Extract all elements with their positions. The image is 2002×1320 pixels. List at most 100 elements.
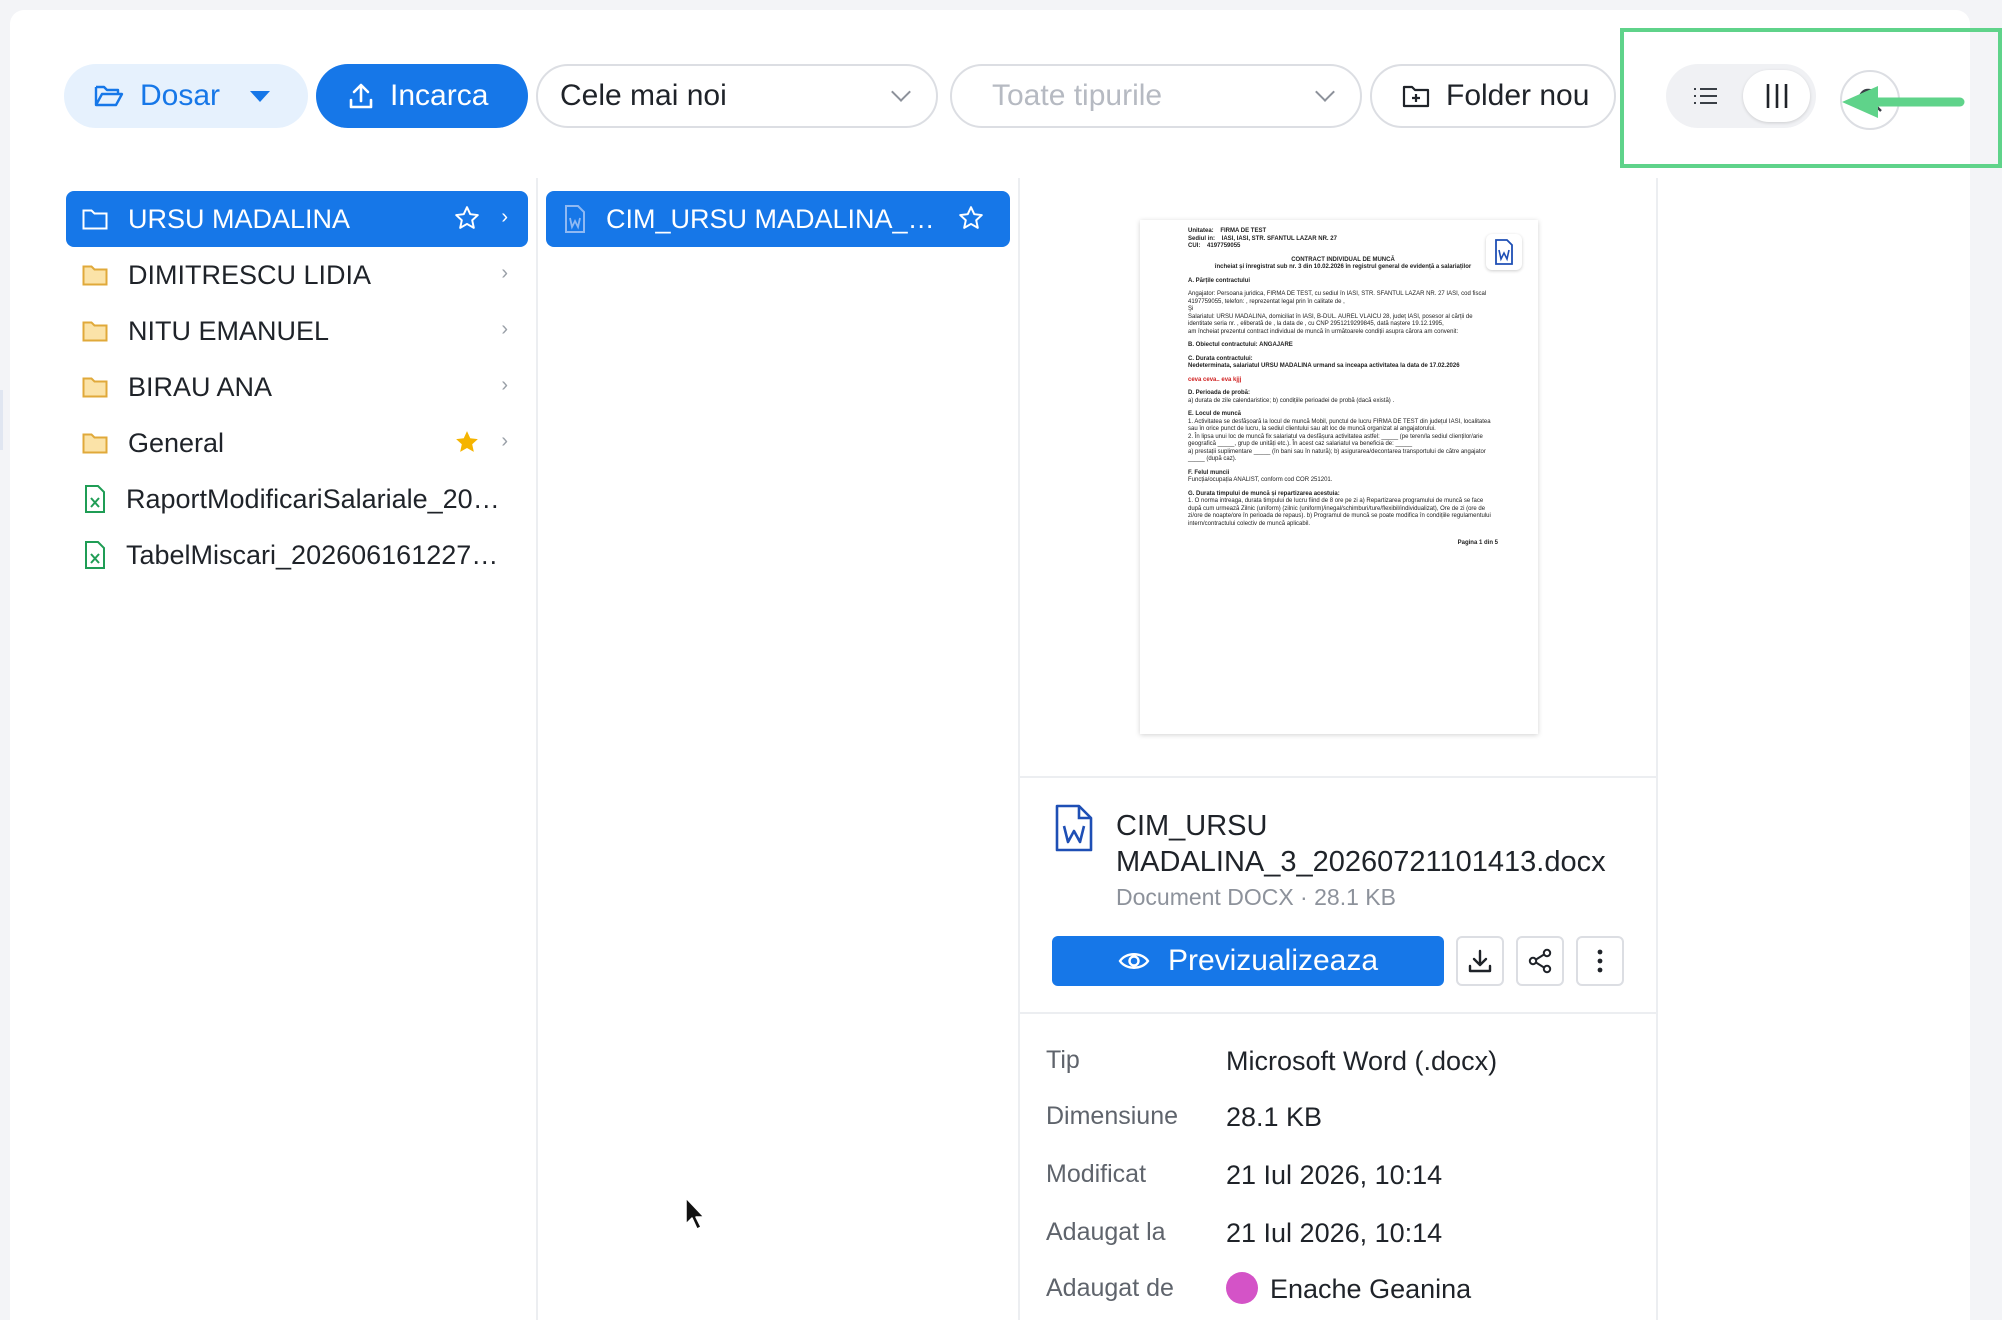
excel-file-icon: [85, 541, 105, 569]
folder-icon: [82, 377, 108, 398]
list-item[interactable]: CIM_URSU MADALINA_3_...: [546, 191, 1010, 247]
type-filter-placeholder: Toate tipurile: [992, 79, 1163, 112]
list-item[interactable]: General ›: [66, 415, 528, 471]
more-options-button[interactable]: [1576, 936, 1624, 986]
item-name: BIRAU ANA: [128, 371, 273, 402]
doc-heading: F. Felul muncii: [1188, 469, 1230, 476]
new-folder-button[interactable]: Folder nou: [1370, 64, 1616, 128]
document-thumbnail[interactable]: Unitatea: FIRMA DE TEST Sediul in: IASI,…: [1140, 220, 1538, 734]
chevron-right-icon: ›: [501, 318, 508, 340]
doc-paragraph: 1. Activitatea se desfășoară la locul de…: [1188, 418, 1491, 433]
item-name: NITU EMANUEL: [128, 315, 330, 346]
mouse-cursor-icon: [685, 1197, 705, 1230]
doc-paragraph: am încheiat prezentul contract individua…: [1188, 328, 1459, 335]
list-item[interactable]: BIRAU ANA ›: [66, 359, 528, 415]
doc-paragraph: Salariatul: URSU MADALINA, domiciliat în…: [1188, 313, 1473, 328]
doc-paragraph: Angajator: Persoana juridica, FIRMA DE T…: [1188, 291, 1487, 305]
meta-label: Adaugat de: [1046, 1274, 1174, 1302]
word-file-icon: [565, 205, 585, 233]
doc-paragraph: Nedeterminata, salariatul URSU MADALINA …: [1188, 363, 1460, 369]
doc-heading: E. Locul de muncă: [1188, 411, 1242, 417]
upload-label: Incarca: [390, 79, 489, 112]
meta-value: 21 Iul 2026, 10:14: [1226, 1218, 1443, 1248]
chevron-right-icon: ›: [501, 430, 508, 452]
caret-down-icon: [250, 90, 271, 102]
excel-file-icon: [85, 485, 105, 513]
doc-paragraph: 2. În lipsa unui loc de muncă fix salari…: [1188, 433, 1483, 448]
chevron-down-icon: [891, 82, 911, 102]
meta-value: Enache Geanina: [1270, 1274, 1472, 1304]
doc-heading: G. Durata timpului de muncă și repartiza…: [1188, 490, 1340, 497]
file-type-size: Document DOCX · 28.1 KB: [1116, 884, 1396, 910]
star-outline-icon[interactable]: [454, 205, 480, 231]
list-item[interactable]: TabelMiscari_20260616122717...: [66, 527, 528, 583]
doc-label: Sediul in:: [1188, 235, 1215, 242]
doc-heading: C. Durata contractului:: [1188, 355, 1253, 362]
type-filter-select[interactable]: Toate tipurile: [950, 64, 1362, 128]
doc-heading: D. Perioada de probă:: [1188, 390, 1251, 396]
upload-icon: [349, 83, 373, 109]
doc-red-note: ceva ceva.. eva kjjj: [1188, 376, 1242, 383]
chevron-right-icon: ›: [501, 374, 508, 396]
item-name: DIMITRESCU LIDIA: [128, 259, 372, 290]
word-file-icon: [1055, 804, 1093, 852]
doc-heading: A. Părțile contractului: [1188, 277, 1251, 284]
column-divider: [1656, 178, 1658, 1320]
share-button[interactable]: [1516, 936, 1564, 986]
doc-title: CONTRACT INDIVIDUAL DE MUNCĂ: [1291, 256, 1395, 263]
word-file-icon: [1495, 239, 1513, 265]
list-item[interactable]: DIMITRESCU LIDIA ›: [66, 247, 528, 303]
share-icon: [1528, 948, 1552, 974]
more-vertical-icon: [1597, 949, 1603, 973]
folder-open-icon: [94, 85, 124, 107]
download-button[interactable]: [1456, 936, 1504, 986]
file-name: CIM_URSU MADALINA_3_20260721101413.docx: [1116, 810, 1606, 878]
list-item[interactable]: RaportModificariSalariale_202...: [66, 471, 528, 527]
upload-button[interactable]: Incarca: [316, 64, 528, 128]
preview-button[interactable]: Previzualizeaza: [1052, 936, 1444, 986]
star-outline-icon[interactable]: [958, 205, 984, 231]
divider: [1020, 776, 1658, 778]
download-icon: [1468, 949, 1492, 973]
item-name: CIM_URSU MADALINA_3_...: [606, 203, 946, 234]
star-filled-icon[interactable]: [454, 429, 480, 455]
doc-value: 4197759055: [1207, 243, 1241, 249]
doc-paragraph: Funcția/ocupația ANALIST, conform cod CO…: [1188, 477, 1333, 483]
sort-select-value: Cele mai noi: [560, 79, 727, 112]
item-name: RaportModificariSalariale_202...: [126, 483, 508, 514]
new-folder-label: Folder nou: [1446, 79, 1590, 112]
doc-value: FIRMA DE TEST: [1220, 228, 1267, 234]
meta-label: Dimensiune: [1046, 1102, 1179, 1130]
list-item[interactable]: URSU MADALINA ›: [66, 191, 528, 247]
column-divider: [1018, 178, 1020, 1320]
folder-menu-button[interactable]: Dosar: [64, 64, 308, 128]
eye-icon: [1118, 953, 1150, 969]
column-divider: [536, 178, 538, 1320]
arrow-left-icon: [1842, 86, 1965, 118]
doc-heading: B. Obiectul contractului: ANGAJARE: [1188, 342, 1293, 348]
folder-menu-label: Dosar: [140, 79, 221, 112]
doc-page-footer: Pagina 1 din 5: [1457, 540, 1498, 546]
meta-value: 21 Iul 2026, 10:14: [1226, 1160, 1443, 1190]
chevron-right-icon: ›: [501, 262, 508, 284]
doc-paragraph: a) durata de zile calendaristice; b) con…: [1188, 397, 1395, 404]
meta-label: Tip: [1046, 1046, 1080, 1074]
list-item[interactable]: NITU EMANUEL ›: [66, 303, 528, 359]
meta-label: Modificat: [1046, 1160, 1147, 1188]
preview-label: Previzualizeaza: [1167, 944, 1379, 977]
chevron-right-icon: ›: [501, 206, 508, 228]
left-edge-marker: [0, 390, 3, 450]
item-name: General: [128, 427, 225, 458]
doc-paragraph: Şi: [1188, 306, 1194, 312]
folder-icon: [82, 209, 108, 230]
doc-subtitle: încheiat și înregistrat sub nr. 3 din 10…: [1214, 264, 1472, 270]
item-name: URSU MADALINA: [128, 203, 351, 234]
doc-value: IASI, IASI, STR. SFANTUL LAZAR NR. 27: [1221, 235, 1337, 242]
sort-select[interactable]: Cele mai noi: [536, 64, 938, 128]
chevron-down-icon: [1315, 82, 1335, 102]
meta-value: Microsoft Word (.docx): [1226, 1046, 1498, 1076]
folder-icon: [82, 433, 108, 454]
folder-icon: [82, 265, 108, 286]
doc-label: Unitatea:: [1188, 228, 1214, 234]
item-name: TabelMiscari_20260616122717...: [126, 539, 508, 570]
